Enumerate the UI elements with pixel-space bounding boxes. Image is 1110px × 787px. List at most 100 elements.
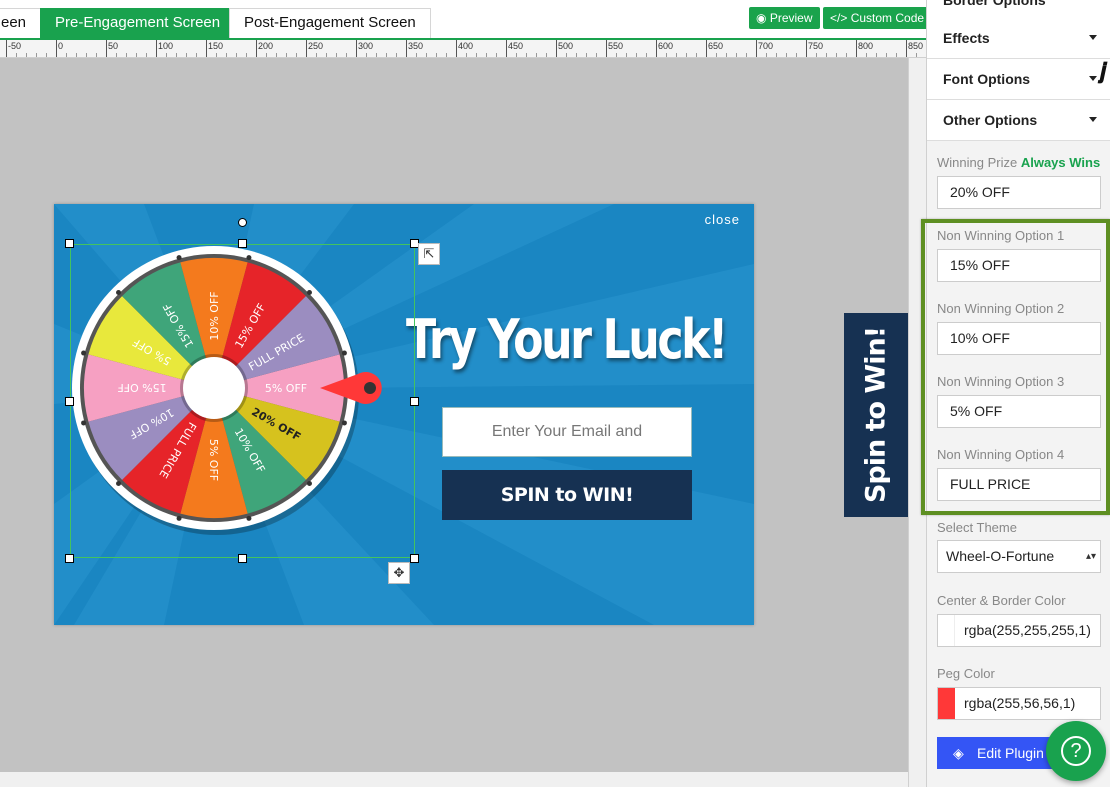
resize-handle-nw[interactable] <box>65 239 74 248</box>
accordion-other-options[interactable]: Other Options <box>927 100 1110 141</box>
ruler-label: 650 <box>708 41 724 51</box>
winning-prize-label: Winning Prize Always Wins <box>937 155 1101 170</box>
ruler-minor-tick <box>596 53 597 57</box>
ruler-minor-tick <box>176 53 177 57</box>
caret-down-icon <box>1089 117 1097 122</box>
center-border-color-label: Center & Border Color <box>937 593 1066 608</box>
ruler-minor-tick <box>696 53 697 57</box>
ruler-minor-tick <box>776 53 777 57</box>
spin-to-win-side-tab[interactable]: Spin to Win! <box>844 313 908 517</box>
ruler-tick <box>556 40 557 57</box>
question-icon: ? <box>1061 736 1091 766</box>
resize-handle-e[interactable] <box>410 397 419 406</box>
ruler-label: 850 <box>908 41 924 51</box>
ruler-minor-tick <box>236 53 237 57</box>
email-input[interactable]: Enter Your Email and <box>442 407 692 457</box>
ruler-label: 450 <box>508 41 524 51</box>
ruler-minor-tick <box>416 53 417 57</box>
tab-previous-partial[interactable]: een <box>0 8 42 38</box>
center-border-color-input[interactable]: rgba(255,255,255,1) <box>937 614 1101 647</box>
ruler-tick <box>756 40 757 57</box>
ruler-label: 800 <box>858 41 874 51</box>
resize-handle-s[interactable] <box>238 554 247 563</box>
tab-pre-engagement[interactable]: Pre-Engagement Screen <box>40 8 236 38</box>
ruler-minor-tick <box>736 53 737 57</box>
ruler-minor-tick <box>646 53 647 57</box>
custom-code-button[interactable]: </> Custom Code <box>823 7 932 29</box>
ruler-minor-tick <box>36 53 37 57</box>
ruler-label: 350 <box>408 41 424 51</box>
ruler-minor-tick <box>916 53 917 57</box>
preview-button[interactable]: ◉ Preview <box>749 7 820 29</box>
ruler-label: 50 <box>108 41 119 51</box>
resize-handle-n[interactable] <box>238 239 247 248</box>
ruler-label: 750 <box>808 41 824 51</box>
ruler-minor-tick <box>586 53 587 57</box>
ruler-minor-tick <box>616 53 617 57</box>
selection-box <box>70 244 415 558</box>
ruler-minor-tick <box>746 53 747 57</box>
codepen-icon: ◈ <box>953 745 964 761</box>
accordion-font-options[interactable]: Font Options <box>927 59 1110 100</box>
ruler-minor-tick <box>116 53 117 57</box>
ruler-minor-tick <box>576 53 577 57</box>
ruler-minor-tick <box>296 53 297 57</box>
ruler-minor-tick <box>226 53 227 57</box>
ruler-tick <box>456 40 457 57</box>
ruler-minor-tick <box>446 53 447 57</box>
ruler-tick <box>406 40 407 57</box>
close-link[interactable]: close <box>705 212 740 227</box>
resize-handle-se[interactable] <box>410 554 419 563</box>
ruler-tick <box>256 40 257 57</box>
ruler-minor-tick <box>876 53 877 57</box>
ruler-label: 700 <box>758 41 774 51</box>
ruler-minor-tick <box>146 53 147 57</box>
ruler-tick <box>706 40 707 57</box>
ruler-tick <box>856 40 857 57</box>
ruler-minor-tick <box>386 53 387 57</box>
ruler-minor-tick <box>16 53 17 57</box>
ruler-tick <box>106 40 107 57</box>
ruler-label: 550 <box>608 41 624 51</box>
share-icon[interactable]: ⇱ <box>418 243 440 265</box>
ruler-minor-tick <box>836 53 837 57</box>
spin-to-win-button[interactable]: SPIN to WIN! <box>442 470 692 520</box>
ruler-tick <box>156 40 157 57</box>
ruler-tick <box>806 40 807 57</box>
peg-color-input[interactable]: rgba(255,56,56,1) <box>937 687 1101 720</box>
ruler-tick <box>356 40 357 57</box>
resize-handle-w[interactable] <box>65 397 74 406</box>
ruler-minor-tick <box>76 53 77 57</box>
rotate-handle[interactable] <box>238 218 247 227</box>
ruler-minor-tick <box>486 53 487 57</box>
move-icon[interactable]: ✥ <box>388 562 410 584</box>
ruler-minor-tick <box>376 53 377 57</box>
ruler-label: 300 <box>358 41 374 51</box>
ruler-minor-tick <box>786 53 787 57</box>
white-color-swatch[interactable] <box>938 615 955 646</box>
top-tab-bar: een Pre-Engagement Screen Post-Engagemen… <box>0 0 932 38</box>
ruler-label: 0 <box>58 41 64 51</box>
theme-select[interactable]: Wheel-O-Fortune ▴▾ <box>937 540 1101 573</box>
help-button[interactable]: ? <box>1046 721 1106 781</box>
accordion-effects[interactable]: Effects <box>927 18 1110 59</box>
ruler-minor-tick <box>466 53 467 57</box>
ruler-minor-tick <box>476 53 477 57</box>
ruler-minor-tick <box>626 53 627 57</box>
ruler-minor-tick <box>46 53 47 57</box>
tab-post-engagement[interactable]: Post-Engagement Screen <box>229 8 431 38</box>
select-arrows-icon: ▴▾ <box>1085 551 1096 562</box>
ruler-tick <box>906 40 907 57</box>
resize-handle-sw[interactable] <box>65 554 74 563</box>
ruler-minor-tick <box>66 53 67 57</box>
winning-prize-input[interactable]: 20% OFF <box>937 176 1101 209</box>
ruler-minor-tick <box>196 53 197 57</box>
ruler-tick <box>656 40 657 57</box>
always-wins-badge: Always Wins <box>1020 155 1101 170</box>
ruler-minor-tick <box>666 53 667 57</box>
ruler-minor-tick <box>96 53 97 57</box>
red-color-swatch[interactable] <box>938 688 955 719</box>
ruler-label: 250 <box>308 41 324 51</box>
ruler-minor-tick <box>516 53 517 57</box>
ruler-minor-tick <box>246 53 247 57</box>
